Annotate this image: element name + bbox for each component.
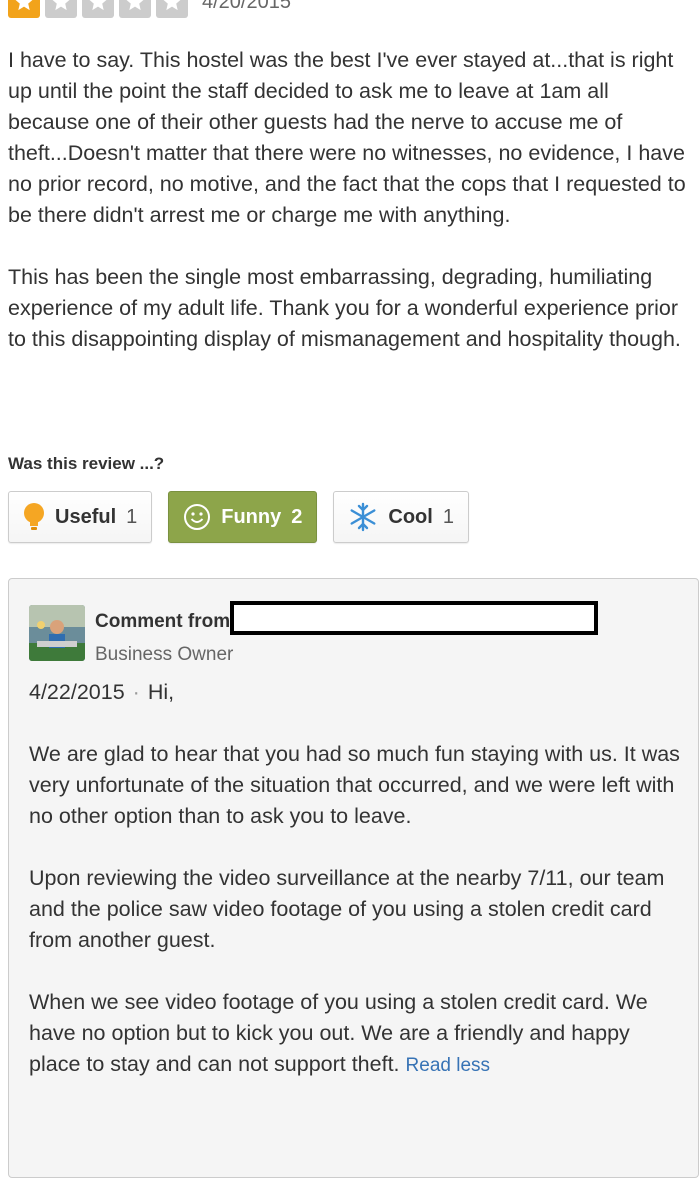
redacted-name [230,601,599,635]
owner-paragraph: We are glad to hear that you had so much… [29,742,680,828]
star-filled-icon [8,0,40,18]
owner-paragraph: Upon reviewing the video surveillance at… [29,866,665,952]
snowflake-icon [348,502,378,532]
comment-from-label: Comment from [95,611,231,632]
star-empty-icon [156,0,188,18]
review-date: 4/20/2015 [202,0,291,13]
owner-paragraph-last: When we see video footage of you using a… [29,987,684,1081]
vote-buttons: Useful 1 Funny 2 Cool 1 [8,491,485,543]
owner-paragraph: When we see video footage of you using a… [29,990,648,1076]
cool-button[interactable]: Cool 1 [333,491,469,543]
smiley-icon [183,503,211,531]
star-empty-icon [45,0,77,18]
owner-role: Business Owner [95,644,234,665]
star-empty-icon [82,0,114,18]
owner-greeting: Hi, [147,680,175,704]
funny-count: 2 [291,505,303,528]
review-body: I have to say. This hostel was the best … [8,45,688,386]
read-less-link[interactable]: Read less [406,1055,491,1076]
lightbulb-icon [23,502,45,532]
avatar [29,605,85,661]
funny-label: Funny [221,505,282,528]
owner-comment-dateline: 4/22/2015 · Hi, [29,677,684,708]
useful-count: 1 [126,505,138,528]
comment-from: Comment from [95,601,599,639]
funny-button[interactable]: Funny 2 [168,491,318,543]
business-owner-comment: Comment from Business Owner 4/22/2015 · Hi… [8,578,699,1178]
owner-comment-date: 4/22/2015 [29,680,125,704]
review-paragraph: I have to say. This hostel was the best … [8,48,686,227]
review-paragraph: This has been the single most embarrassi… [8,265,681,351]
date-separator: · [132,680,140,704]
cool-label: Cool [388,505,433,528]
useful-label: Useful [55,505,117,528]
review-feedback-question: Was this review ...? [8,454,165,473]
useful-button[interactable]: Useful 1 [8,491,153,543]
owner-comment-header: Comment from Business Owner [29,601,599,666]
review-rating: 4/20/2015 [8,0,291,18]
star-empty-icon [119,0,151,18]
owner-comment-body: 4/22/2015 · Hi, We are glad to hear that y… [29,677,684,1112]
cool-count: 1 [442,505,454,528]
